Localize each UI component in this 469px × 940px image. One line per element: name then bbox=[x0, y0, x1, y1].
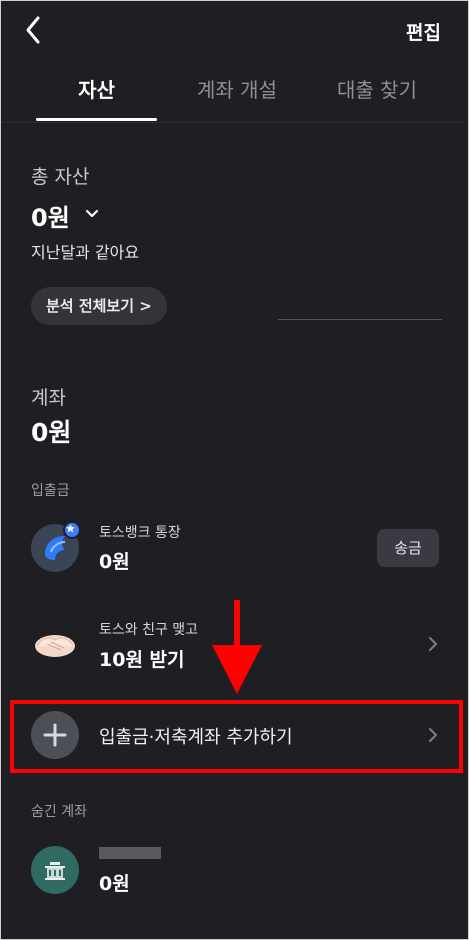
star-badge-icon bbox=[63, 521, 81, 539]
view-analysis-button[interactable]: 분석 전체보기 > bbox=[31, 287, 167, 325]
chevron-right-icon bbox=[429, 637, 437, 651]
tab-assets[interactable]: 자산 bbox=[36, 74, 157, 103]
tab-find-loan[interactable]: 대출 찾기 bbox=[322, 74, 432, 103]
add-account-label: 입출금·저축계좌 추가하기 bbox=[99, 727, 293, 748]
top-bar: 편집 bbox=[2, 2, 467, 58]
friend-reward-title: 토스와 친구 맺고 bbox=[99, 622, 199, 638]
hidden-account-balance: 0원 bbox=[99, 873, 130, 895]
transfer-button[interactable]: 송금 bbox=[377, 529, 439, 567]
chevron-down-icon[interactable] bbox=[84, 206, 100, 222]
hidden-accounts-label: 숨긴 계좌 bbox=[31, 804, 87, 820]
tabs-divider bbox=[2, 122, 467, 123]
redacted-account-name bbox=[99, 847, 161, 859]
toss-bank-account-name: 토스뱅크 통장 bbox=[99, 525, 181, 541]
deposit-category-label: 입출금 bbox=[31, 483, 70, 499]
back-button[interactable] bbox=[16, 12, 52, 48]
plus-icon bbox=[31, 711, 79, 759]
friend-reward-value: 10원 받기 bbox=[99, 649, 185, 671]
total-assets-title: 총 자산 bbox=[31, 166, 90, 188]
toss-bank-account-balance: 0원 bbox=[99, 551, 130, 573]
app-screen: 편집 자산 계좌 개설 대출 찾기 총 자산 0원 지난달과 같아요 분석 전체… bbox=[2, 2, 467, 938]
edit-button[interactable]: 편집 bbox=[406, 18, 441, 45]
accounts-amount: 0원 bbox=[31, 418, 72, 447]
total-assets-comparison: 지난달과 같아요 bbox=[31, 243, 140, 262]
tab-bar: 자산 계좌 개설 대출 찾기 bbox=[2, 62, 467, 122]
bank-building-icon bbox=[31, 846, 79, 894]
active-tab-indicator bbox=[36, 118, 157, 121]
chevron-right-icon bbox=[429, 728, 437, 742]
chevron-left-icon bbox=[26, 16, 40, 44]
accounts-title: 계좌 bbox=[31, 387, 66, 409]
tab-open-account[interactable]: 계좌 개설 bbox=[182, 74, 292, 103]
handshake-icon bbox=[31, 620, 79, 668]
total-assets-amount[interactable]: 0원 bbox=[31, 198, 70, 233]
asset-trend-line bbox=[278, 319, 442, 320]
screen-frame: 편집 자산 계좌 개설 대출 찾기 총 자산 0원 지난달과 같아요 분석 전체… bbox=[0, 0, 469, 940]
arrow-down-annotation-icon bbox=[212, 600, 262, 694]
